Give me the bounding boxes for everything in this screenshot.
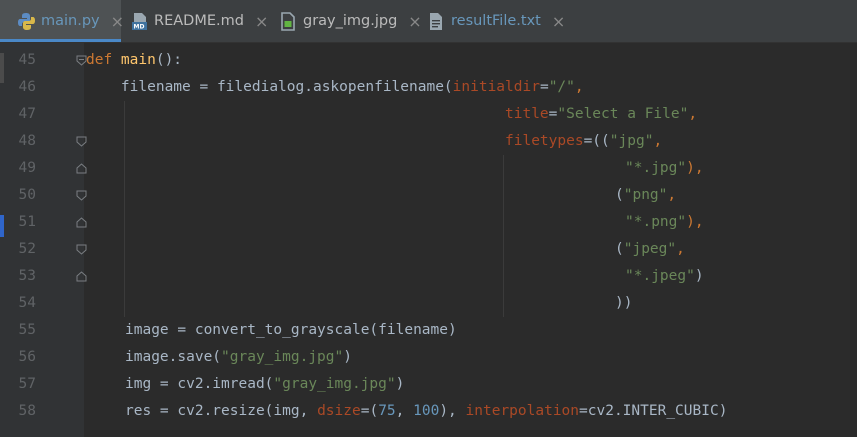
- string-literal: "*.jpeg": [625, 268, 695, 284]
- line-number: 53: [18, 268, 36, 284]
- code-text: image = convert_to_grayscale(filename): [125, 322, 457, 338]
- punctuation: ),: [686, 214, 704, 230]
- tab-label: resultFile.txt: [451, 13, 541, 29]
- string-literal: "/": [548, 79, 575, 95]
- code-text: =((: [583, 133, 610, 149]
- text-file-icon: [428, 12, 445, 31]
- code-text: )): [615, 295, 633, 311]
- string-literal: "gray_img.jpg": [221, 349, 344, 365]
- markdown-file-icon: MD: [131, 12, 148, 31]
- code-text: ,: [395, 403, 414, 419]
- code-text: ),: [439, 403, 466, 419]
- line-number: 48: [18, 133, 36, 149]
- code-text: ): [343, 349, 352, 365]
- code-line-49: "*.jpg"),: [625, 155, 704, 182]
- line-number: 51: [18, 214, 36, 230]
- code-line-48: filetypes=(("jpg",: [505, 128, 662, 155]
- param-name: initialdir: [452, 79, 540, 95]
- tab-label: README.md: [154, 13, 244, 29]
- number-literal: 100: [413, 403, 440, 419]
- line-number: 54: [18, 295, 36, 311]
- param-name: interpolation: [465, 403, 580, 419]
- code-line-58: res = cv2.resize(img, dsize=(75, 100), i…: [125, 398, 727, 425]
- code-line-52: ("jpeg",: [615, 236, 685, 263]
- code-line-45: def main():: [86, 47, 182, 74]
- tab-label: gray_img.jpg: [303, 13, 398, 29]
- string-literal: "png": [623, 187, 668, 203]
- line-number: 52: [18, 241, 36, 257]
- line-number: 47: [18, 106, 36, 122]
- image-file-icon: [280, 11, 297, 31]
- code-line-54: )): [615, 290, 632, 317]
- string-literal: "jpeg": [623, 241, 677, 257]
- code-line-56: image.save("gray_img.jpg"): [125, 344, 352, 371]
- string-literal: "*.png": [625, 214, 687, 230]
- code-line-47: title="Select a File",: [505, 101, 697, 128]
- code-editor[interactable]: def main(): filename = filedialog.askope…: [84, 43, 857, 437]
- code-text: =: [539, 79, 549, 95]
- tab-label: main.py: [41, 13, 100, 29]
- punctuation: ,: [667, 187, 677, 203]
- tab-readme-md[interactable]: MD README.md ×: [121, 0, 268, 42]
- punctuation: ,: [688, 106, 698, 122]
- line-number: 45: [18, 52, 36, 68]
- code-text: (: [615, 241, 624, 257]
- line-number: 50: [18, 187, 36, 203]
- code-line-51: "*.png"),: [625, 209, 704, 236]
- code-text: (: [615, 187, 624, 203]
- param-name: title: [505, 106, 549, 122]
- line-number: 57: [18, 376, 36, 392]
- tab-gray-img-jpg[interactable]: gray_img.jpg ×: [266, 0, 422, 42]
- code-text: img = cv2.imread(: [125, 376, 274, 392]
- string-literal: "Select a File": [557, 106, 689, 122]
- code-text: ): [395, 376, 405, 392]
- string-literal: "gray_img.jpg": [273, 376, 396, 392]
- code-line-57: img = cv2.imread("gray_img.jpg"): [125, 371, 404, 398]
- code-text: ():: [155, 52, 183, 68]
- function-name: main: [120, 52, 156, 68]
- code-text: ): [694, 268, 704, 284]
- param-name: dsize: [317, 403, 361, 419]
- tab-resultfile-txt[interactable]: resultFile.txt ×: [414, 0, 574, 42]
- code-text: res = cv2.resize(img,: [125, 403, 318, 419]
- number-literal: 75: [378, 403, 396, 419]
- line-number: 49: [18, 160, 36, 176]
- line-number: 58: [18, 403, 36, 419]
- editor-tab-bar: main.py × MD README.md × gray_img.jpg ×: [0, 0, 857, 43]
- close-icon[interactable]: ×: [552, 12, 565, 31]
- tab-main-py[interactable]: main.py ×: [0, 0, 124, 42]
- indent-guide: [503, 155, 504, 317]
- line-number: 55: [18, 322, 36, 338]
- code-text: =(: [360, 403, 379, 419]
- keyword: def: [86, 52, 121, 68]
- active-tool-marker: [0, 215, 4, 237]
- code-line-55: image = convert_to_grayscale(filename): [125, 317, 457, 344]
- string-literal: "*.jpg": [625, 160, 687, 176]
- indent-guide: [124, 101, 125, 317]
- code-line-53: "*.jpeg"): [625, 263, 704, 290]
- line-gutter: 45 46 47 48 49 50 51 52 53 54 55 56 57 5…: [6, 43, 87, 437]
- punctuation: ,: [653, 133, 663, 149]
- svg-text:MD: MD: [134, 23, 145, 30]
- punctuation: ,: [676, 241, 685, 257]
- code-line-50: ("png",: [615, 182, 676, 209]
- code-text: image.save(: [125, 349, 222, 365]
- code-text: filename = filedialog.askopenfilename(: [120, 79, 453, 95]
- code-line-46: filename = filedialog.askopenfilename(in…: [86, 74, 584, 101]
- punctuation: ,: [574, 79, 584, 95]
- param-name: filetypes: [505, 133, 584, 149]
- structure-marker: [0, 53, 4, 83]
- line-number: 56: [18, 349, 36, 365]
- string-literal: "jpg": [609, 133, 654, 149]
- python-file-icon: [18, 12, 35, 31]
- code-text: =cv2.INTER_CUBIC): [579, 403, 728, 419]
- punctuation: ),: [686, 160, 704, 176]
- line-number: 46: [18, 79, 36, 95]
